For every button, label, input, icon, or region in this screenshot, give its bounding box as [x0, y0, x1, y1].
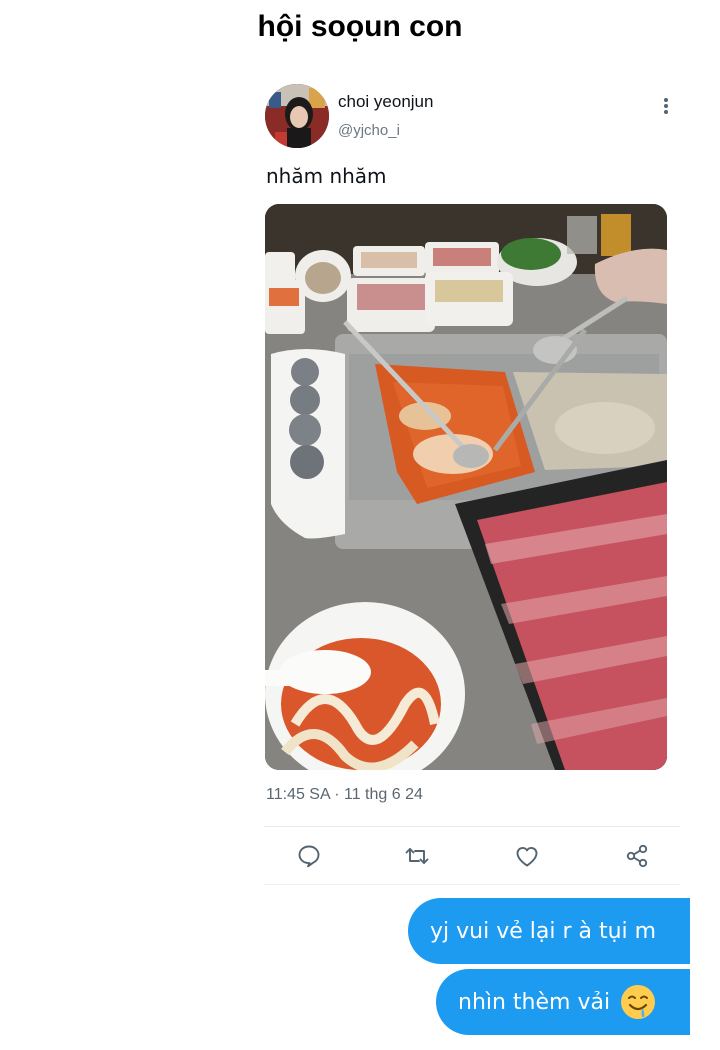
like-button[interactable] [513, 842, 541, 870]
avatar-photo [265, 84, 329, 148]
message-text: nhìn thèm vải [458, 989, 611, 1015]
share-icon [626, 844, 648, 868]
speech-bubble-icon [298, 845, 320, 868]
message-bubble[interactable]: yj vui vẻ lại r à tụi m [408, 898, 690, 964]
share-button[interactable] [623, 842, 651, 870]
hotpot-photo [265, 204, 667, 770]
author-name[interactable]: choi yeonjun [338, 92, 433, 112]
chat-title: hội soọun con [257, 10, 463, 43]
tweet-date: 11 thg 6 24 [344, 786, 423, 803]
retweet-button[interactable] [403, 842, 431, 870]
retweet-icon [405, 848, 429, 864]
divider [264, 826, 680, 827]
embedded-tweet[interactable]: choi yeonjun @yjcho_i nhăm nhăm 11:45 SA… [262, 80, 690, 888]
tweet-text: nhăm nhăm [266, 164, 387, 188]
tweet-photo[interactable] [265, 204, 667, 770]
message-text: yj vui vẻ lại r à tụi m [430, 918, 657, 944]
message-bubble[interactable]: nhìn thèm vải [436, 969, 690, 1035]
tweet-timestamp[interactable]: 11:45 SA · 11 thg 6 24 [266, 786, 423, 804]
tweet-time: 11:45 SA [266, 786, 330, 803]
meta-separator: · [334, 786, 340, 803]
reply-button[interactable] [295, 842, 323, 870]
drooling-face-emoji [620, 984, 656, 1020]
divider [264, 884, 680, 885]
heart-icon [516, 846, 538, 867]
author-avatar[interactable] [265, 84, 329, 148]
author-handle[interactable]: @yjcho_i [338, 122, 400, 139]
more-options-icon[interactable] [662, 96, 670, 116]
